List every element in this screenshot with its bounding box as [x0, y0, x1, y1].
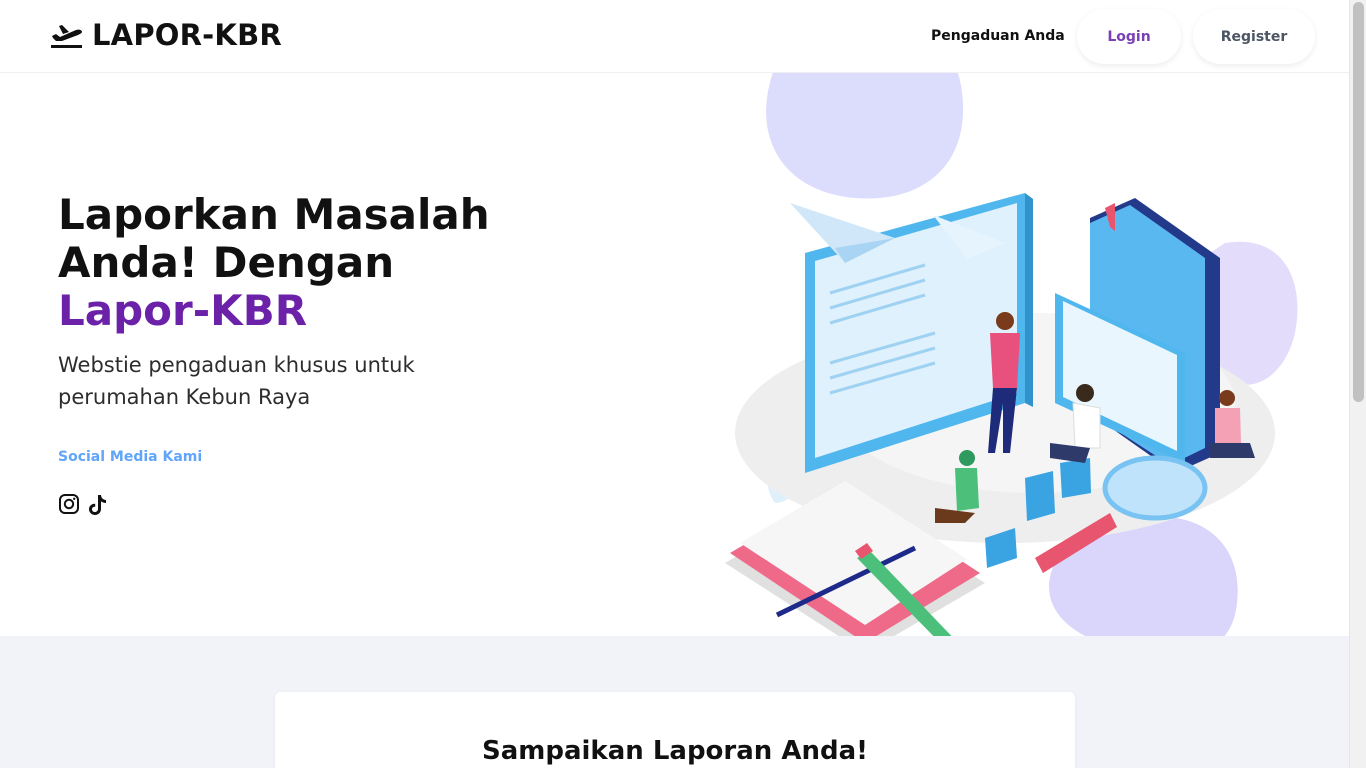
hero-subtitle: Webstie pengaduan khusus untuk perumahan…	[58, 353, 415, 409]
hero-title-accent: Lapor-KBR	[58, 286, 308, 335]
plane-departure-icon	[50, 20, 84, 50]
hero-section: Laporkan Masalah Anda! Dengan Lapor-KBR …	[0, 73, 1349, 636]
hero-illustration	[725, 73, 1298, 636]
page-scrollbar[interactable]	[1349, 0, 1366, 768]
brand-name: LAPOR-KBR	[92, 18, 282, 52]
hero-title-text: Laporkan Masalah Anda! Dengan	[58, 190, 490, 287]
report-title: Sampaikan Laporan Anda!	[482, 736, 868, 766]
report-section: Sampaikan Laporan Anda!	[0, 636, 1349, 768]
report-card: Sampaikan Laporan Anda!	[275, 692, 1075, 768]
scrollbar-thumb[interactable]	[1353, 2, 1364, 402]
tiktok-icon[interactable]	[86, 493, 108, 517]
social-media-label: Social Media Kami	[58, 449, 203, 465]
navbar: LAPOR-KBR Pengaduan Anda Login Register	[0, 0, 1349, 73]
instagram-icon[interactable]	[58, 493, 80, 517]
hero-title: Laporkan Masalah Anda! Dengan Lapor-KBR	[58, 191, 538, 335]
nav-link-pengaduan[interactable]: Pengaduan Anda	[931, 28, 1065, 44]
social-icons	[58, 493, 108, 517]
register-button[interactable]: Register	[1193, 9, 1315, 64]
brand-link[interactable]: LAPOR-KBR	[50, 18, 282, 52]
login-button[interactable]: Login	[1077, 9, 1181, 64]
